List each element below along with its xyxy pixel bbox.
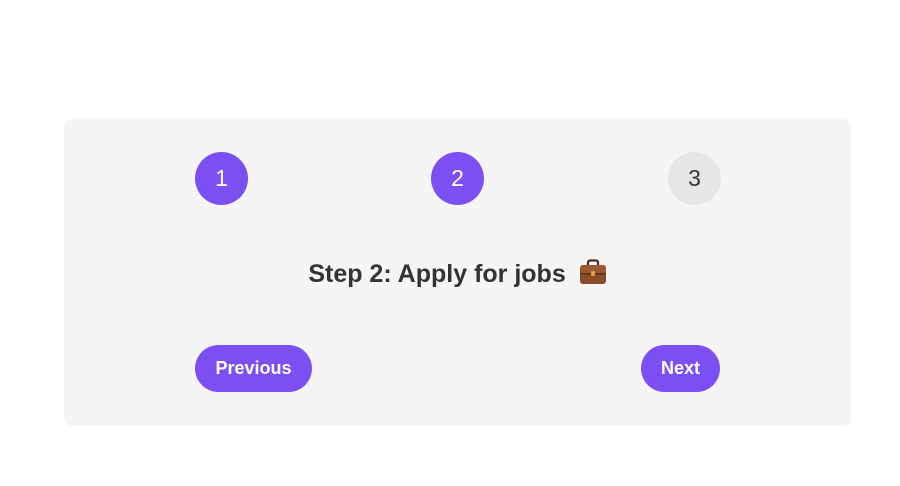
next-button[interactable]: Next: [641, 345, 720, 392]
step-heading: Step 2: Apply for jobs: [64, 259, 851, 292]
step-indicator-2[interactable]: 2: [431, 152, 484, 205]
step-indicator-3[interactable]: 3: [668, 152, 721, 205]
step-title: Step 2: Apply for jobs: [308, 260, 566, 288]
briefcase-icon: [579, 259, 607, 292]
step-indicator-1[interactable]: 1: [195, 152, 248, 205]
step-3-number: 3: [688, 165, 701, 191]
wizard-card: 1 2 3 Step 2: Apply for jobs Previous Ne…: [64, 119, 851, 426]
step-1-number: 1: [215, 165, 228, 191]
previous-button[interactable]: Previous: [195, 345, 312, 392]
step-2-number: 2: [451, 165, 464, 191]
